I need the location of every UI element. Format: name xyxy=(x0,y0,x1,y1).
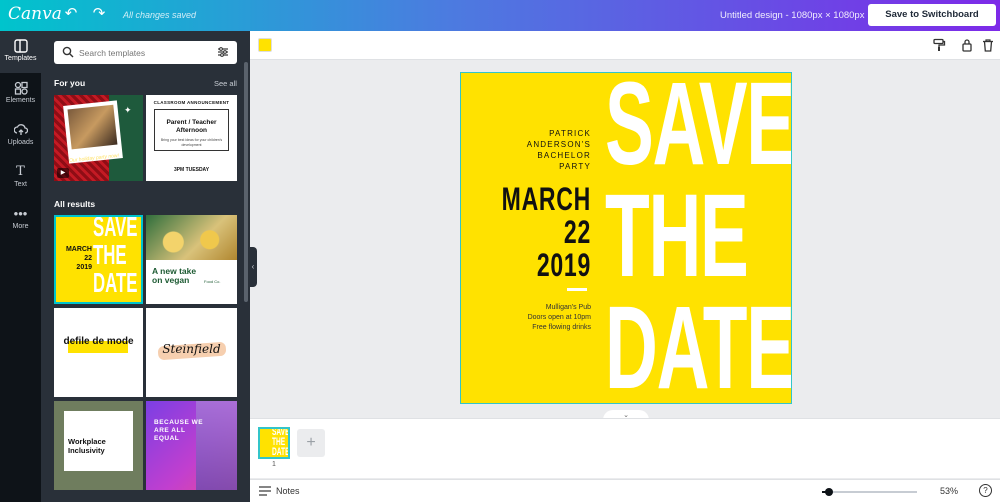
template-card-workplace[interactable]: Workplace Inclusivity xyxy=(54,401,143,490)
date-word: DATE xyxy=(605,282,792,404)
save-status: All changes saved xyxy=(123,10,197,20)
bottom-bar: Notes 53% ? xyxy=(250,479,1000,502)
search-icon xyxy=(62,46,74,58)
page-number: 1 xyxy=(272,461,276,468)
rail-label: Templates xyxy=(4,55,37,62)
elements-icon xyxy=(14,81,28,95)
template-card-holiday[interactable]: Our holiday party now! ✦ ▶ xyxy=(54,95,143,181)
date-year: 2019 xyxy=(536,247,591,283)
undo-icon[interactable]: ↶ xyxy=(63,6,79,22)
vegan-sub: Food Co. xyxy=(204,279,221,284)
panel-scrollbar[interactable] xyxy=(244,62,248,302)
rail-item-elements[interactable]: Elements xyxy=(0,73,41,115)
rail-item-uploads[interactable]: Uploads xyxy=(0,115,41,157)
date-month: MARCH xyxy=(501,181,591,217)
templates-panel: For you See all Our holiday party now! ✦… xyxy=(41,31,250,502)
venue-text: Mulligan's Pub Doors open at 10pm Free f… xyxy=(471,303,591,333)
design-canvas[interactable]: SAVE THE DATE PATRICK ANDERSON'S BACHELO… xyxy=(460,72,792,404)
design-title[interactable]: Untitled design - 1080px × 1080px xyxy=(720,10,864,21)
more-icon: ••• xyxy=(13,206,28,221)
thumb-save-the-date-sub: MARCH 22 2019 xyxy=(65,246,92,271)
the-word: THE xyxy=(605,170,749,302)
zoom-level[interactable]: 53% xyxy=(940,486,958,496)
rail-item-templates[interactable]: Templates xyxy=(0,31,41,73)
classroom-header: CLASSROOM ANNOUNCEMENT xyxy=(153,100,230,105)
template-card-vegan[interactable]: A new take on vegan Food Co. xyxy=(146,215,237,304)
canva-logo[interactable]: Canva xyxy=(8,4,62,24)
text-icon: T xyxy=(16,164,25,179)
search-input[interactable] xyxy=(79,44,209,61)
classroom-body: Bring your best ideas for your children'… xyxy=(160,138,223,147)
steinfield-title: Steinfield xyxy=(162,342,221,356)
vegan-title: A new take on vegan xyxy=(152,266,197,285)
vegan-photo xyxy=(146,215,237,260)
template-card-equal[interactable]: BECAUSE WE ARE ALL EQUAL xyxy=(146,401,237,490)
date-day: 22 xyxy=(563,214,591,250)
page-thumb-words: SAVE THE DATE xyxy=(272,429,290,458)
filter-icon[interactable] xyxy=(217,46,229,58)
equal-title: BECAUSE WE ARE ALL EQUAL xyxy=(154,419,204,442)
notes-button[interactable]: Notes xyxy=(276,486,300,496)
star-icon: ✦ xyxy=(124,105,132,115)
template-card-defile[interactable]: defile de mode xyxy=(54,308,143,397)
template-card-save-the-date[interactable]: SAVE THE DATE MARCH 22 2019 xyxy=(54,215,143,304)
editor-toolbar xyxy=(250,31,1000,60)
classroom-title: Parent / Teacher Afternoon xyxy=(166,119,217,134)
all-results-heading: All results xyxy=(54,199,96,209)
rail-item-text[interactable]: T Text xyxy=(0,157,41,199)
host-text: PATRICK ANDERSON'S BACHELOR PARTY xyxy=(471,128,591,172)
venue-line: Mulligan's Pub xyxy=(545,304,591,311)
host-line: PATRICK xyxy=(549,129,591,138)
add-page-button[interactable]: + xyxy=(297,429,325,457)
venue-line: Doors open at 10pm xyxy=(527,314,591,321)
save-to-switchboard-button[interactable]: Save to Switchboard Canvas xyxy=(868,4,996,42)
templates-icon xyxy=(13,39,28,53)
venue-line: Free flowing drinks xyxy=(532,324,591,331)
date-underline xyxy=(567,288,587,291)
for-you-heading: For you xyxy=(54,78,86,88)
chevron-right-icon[interactable]: › xyxy=(230,128,234,142)
rail-label: Text xyxy=(14,181,27,188)
redo-icon[interactable]: ↷ xyxy=(91,6,107,22)
side-rail: Templates Elements Uploads T Text ••• Mo… xyxy=(0,31,41,502)
host-line: BACHELOR xyxy=(537,151,591,160)
uploads-icon xyxy=(13,123,28,137)
notes-icon[interactable] xyxy=(259,486,271,496)
save-word: SAVE xyxy=(605,72,792,190)
equal-photo xyxy=(196,401,237,490)
workplace-title: Workplace Inclusivity xyxy=(68,437,106,455)
template-card-classroom[interactable]: CLASSROOM ANNOUNCEMENT Parent / Teacher … xyxy=(146,95,237,181)
lock-icon[interactable] xyxy=(960,38,974,52)
host-line: ANDERSON'S xyxy=(526,140,591,149)
host-line: PARTY xyxy=(559,162,591,171)
page-thumb-word: DATE xyxy=(272,446,290,458)
collapse-panel-button[interactable]: ‹ xyxy=(249,247,257,287)
thumb-save-the-date-title: SAVE THE DATE xyxy=(93,215,138,298)
classroom-footer: 3PM TUESDAY xyxy=(173,167,210,173)
play-icon: ▶ xyxy=(57,168,69,178)
rail-label: Uploads xyxy=(7,139,34,146)
zoom-slider[interactable] xyxy=(822,488,917,496)
zoom-handle[interactable] xyxy=(825,488,834,496)
format-painter-icon[interactable] xyxy=(932,38,946,52)
rail-item-more[interactable]: ••• More xyxy=(0,199,41,241)
rail-label: Elements xyxy=(5,97,36,104)
template-card-steinfield[interactable]: Steinfield xyxy=(146,308,237,397)
search-box xyxy=(54,41,237,64)
color-swatch[interactable] xyxy=(258,38,272,52)
trash-icon[interactable] xyxy=(981,38,995,52)
page-thumbnail[interactable]: SAVE THE DATE xyxy=(258,427,290,459)
top-bar: Canva ↶ ↷ All changes saved Untitled des… xyxy=(0,0,1000,42)
defile-title: defile de mode xyxy=(63,336,134,347)
help-icon[interactable]: ? xyxy=(979,484,992,497)
page-strip: SAVE THE DATE 1 + xyxy=(250,418,1000,478)
rail-label: More xyxy=(12,223,29,230)
see-all-link[interactable]: See all xyxy=(214,79,237,88)
